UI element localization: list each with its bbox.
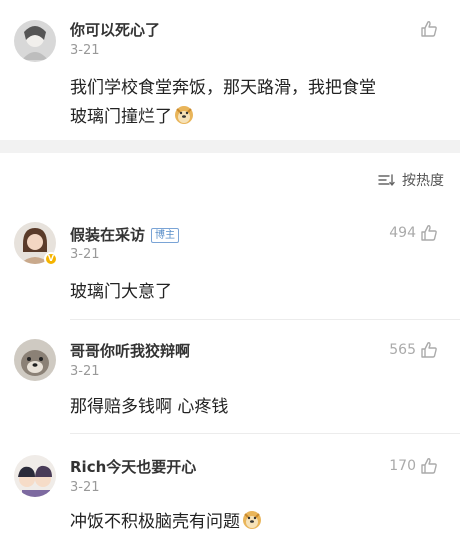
avatar[interactable] [14,455,56,497]
like-count: 494 [389,225,416,241]
comment-date: 3-21 [70,364,100,379]
sort-label: 按热度 [402,173,444,189]
sort-icon [378,174,395,186]
comment-date: 3-21 [70,247,100,262]
thumbs-up-icon [421,342,437,358]
like-count: 565 [389,342,416,358]
thumbs-up-icon [421,21,437,37]
sort-bar: 按热度 [0,153,460,207]
like-button[interactable]: 494 [389,224,438,242]
author-name[interactable]: 假装在采访 博主 [70,224,180,245]
blogger-badge: 博主 [151,228,180,243]
comment-text-line-1: 我们学校食堂奔饭，那天路滑，我把食堂 [70,78,376,98]
avatar[interactable] [14,20,56,62]
like-button[interactable] [420,20,438,38]
doge-emoji-icon [174,105,194,125]
comment-text-line: 冲饭不积极脑壳有问题 [70,508,262,537]
avatar[interactable] [14,339,56,381]
author-name[interactable]: Rich今天也要开心 [70,456,196,477]
original-comment: 你可以死心了 3-21 我们学校食堂奔饭，那天路滑，我把食堂 玻璃门撞烂了 [0,0,460,140]
comment-text-line-2: 玻璃门撞烂了 [70,103,194,132]
author-name[interactable]: 你可以死心了 [70,19,160,40]
author-name-text: 假装在采访 [70,226,146,244]
comment-text: 玻璃门大意了 [70,282,172,302]
comment-text: 那得赔多钱啊 心疼钱 [70,397,229,417]
sort-by-popularity-button[interactable]: 按热度 [378,170,444,190]
comment-text: 玻璃门撞烂了 [70,107,172,127]
doge-emoji-icon [242,510,262,530]
verified-badge-icon: V [44,252,58,266]
like-button[interactable]: 565 [389,341,438,359]
comment-date: 3-21 [70,480,100,495]
like-count: 170 [389,458,416,474]
thumbs-up-icon [421,458,437,474]
like-button[interactable]: 170 [389,457,438,475]
thumbs-up-icon [421,225,437,241]
comment-divider [70,319,460,320]
section-separator [0,140,460,153]
comment-date: 3-21 [70,43,100,58]
author-name[interactable]: 哥哥你听我狡辩啊 [70,340,190,361]
comment-divider [70,433,460,434]
comment-text: 冲饭不积极脑壳有问题 [70,512,240,532]
